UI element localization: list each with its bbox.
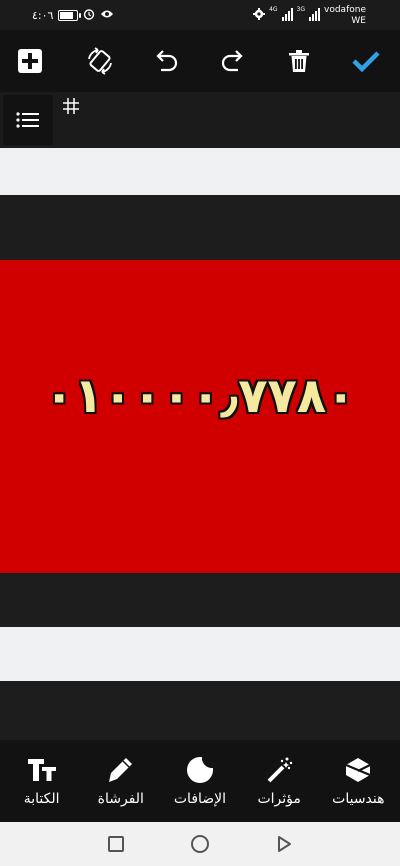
network-type-1: 4G: [269, 6, 278, 13]
phone-number-text[interactable]: ٠١٠٠٠٠٫٧٧٨٠: [0, 368, 400, 424]
battery-icon: [58, 10, 82, 21]
sticker-icon: [186, 755, 214, 785]
signal-icon-2: [309, 7, 321, 21]
battery-level: [60, 12, 74, 19]
list-icon: [16, 112, 39, 128]
tool-addons-label: الإضافات: [173, 791, 227, 807]
delete-button[interactable]: [279, 42, 319, 80]
magic-wand-icon: [265, 755, 293, 785]
home-button[interactable]: [188, 832, 212, 856]
design-canvas[interactable]: ٠١٠٠٠٠٫٧٧٨٠: [0, 148, 400, 740]
recents-button[interactable]: [104, 832, 128, 856]
text-size-icon: [27, 755, 57, 785]
redo-button[interactable]: [213, 42, 253, 80]
status-bar: ٤:٠٦ 4G 3G vodafone WE: [0, 0, 400, 30]
canvas-band-dark-bottom: [0, 573, 400, 627]
layers-list-button[interactable]: [3, 95, 53, 145]
canvas-band-white-top: [0, 148, 400, 195]
canvas-band-dark-footer: [0, 681, 400, 740]
add-button[interactable]: [10, 42, 50, 80]
rotate-button[interactable]: [80, 42, 120, 80]
signal-icon-1: [281, 7, 293, 21]
status-right: 4G 3G vodafone WE: [253, 5, 366, 27]
carrier-name: vodafone: [324, 5, 366, 15]
eye-icon: [100, 9, 114, 22]
canvas-band-white-bottom: [0, 627, 400, 681]
undo-icon: [156, 50, 178, 72]
add-icon: [18, 49, 42, 73]
tool-brush[interactable]: الفرشاة: [82, 755, 160, 807]
network-type-2: 3G: [296, 6, 306, 13]
bottom-toolbar: هندسيات مؤثرات الإضافات الفرشاة الكتابة: [0, 740, 400, 822]
status-time: ٤:٠٦: [32, 9, 54, 22]
recents-icon: [108, 836, 124, 852]
layer-bar: [0, 92, 400, 148]
system-navigation-bar: [0, 822, 400, 866]
carrier-info: vodafone WE: [324, 5, 366, 27]
checkmark-icon: [352, 51, 380, 72]
settings-gear-icon: [253, 8, 266, 23]
home-icon: [191, 835, 209, 853]
delete-icon: [289, 50, 309, 72]
carrier-sub: WE: [351, 16, 366, 26]
top-toolbar: [0, 30, 400, 92]
undo-button[interactable]: [146, 42, 186, 80]
editor-screen: ٤:٠٦ 4G 3G vodafone WE ٠١٠٠٠٠٫٧٧٨٠ هندسي…: [0, 0, 400, 866]
red-banner-layer[interactable]: ٠١٠٠٠٠٫٧٧٨٠: [0, 260, 400, 573]
tool-effects-label: مؤثرات: [257, 791, 301, 807]
back-button[interactable]: [272, 832, 296, 856]
tool-geometry[interactable]: هندسيات: [319, 755, 397, 807]
tool-brush-label: الفرشاة: [97, 791, 144, 807]
grid-icon: [63, 98, 79, 114]
tool-geometry-label: هندسيات: [332, 791, 385, 807]
tool-text-label: الكتابة: [23, 791, 60, 807]
confirm-button[interactable]: [346, 42, 386, 80]
rotate-device-icon: [88, 47, 112, 75]
tool-effects[interactable]: مؤثرات: [240, 755, 318, 807]
canvas-band-dark-top: [0, 195, 400, 260]
pencil-icon: [108, 755, 134, 785]
cube-icon: [344, 755, 372, 785]
back-icon: [278, 836, 291, 852]
tool-addons[interactable]: الإضافات: [161, 755, 239, 807]
alarm-icon: [83, 8, 95, 23]
status-left: ٤:٠٦: [32, 8, 114, 23]
grid-toggle-button[interactable]: [58, 94, 84, 118]
tool-text[interactable]: الكتابة: [3, 755, 81, 807]
redo-icon: [221, 50, 243, 72]
